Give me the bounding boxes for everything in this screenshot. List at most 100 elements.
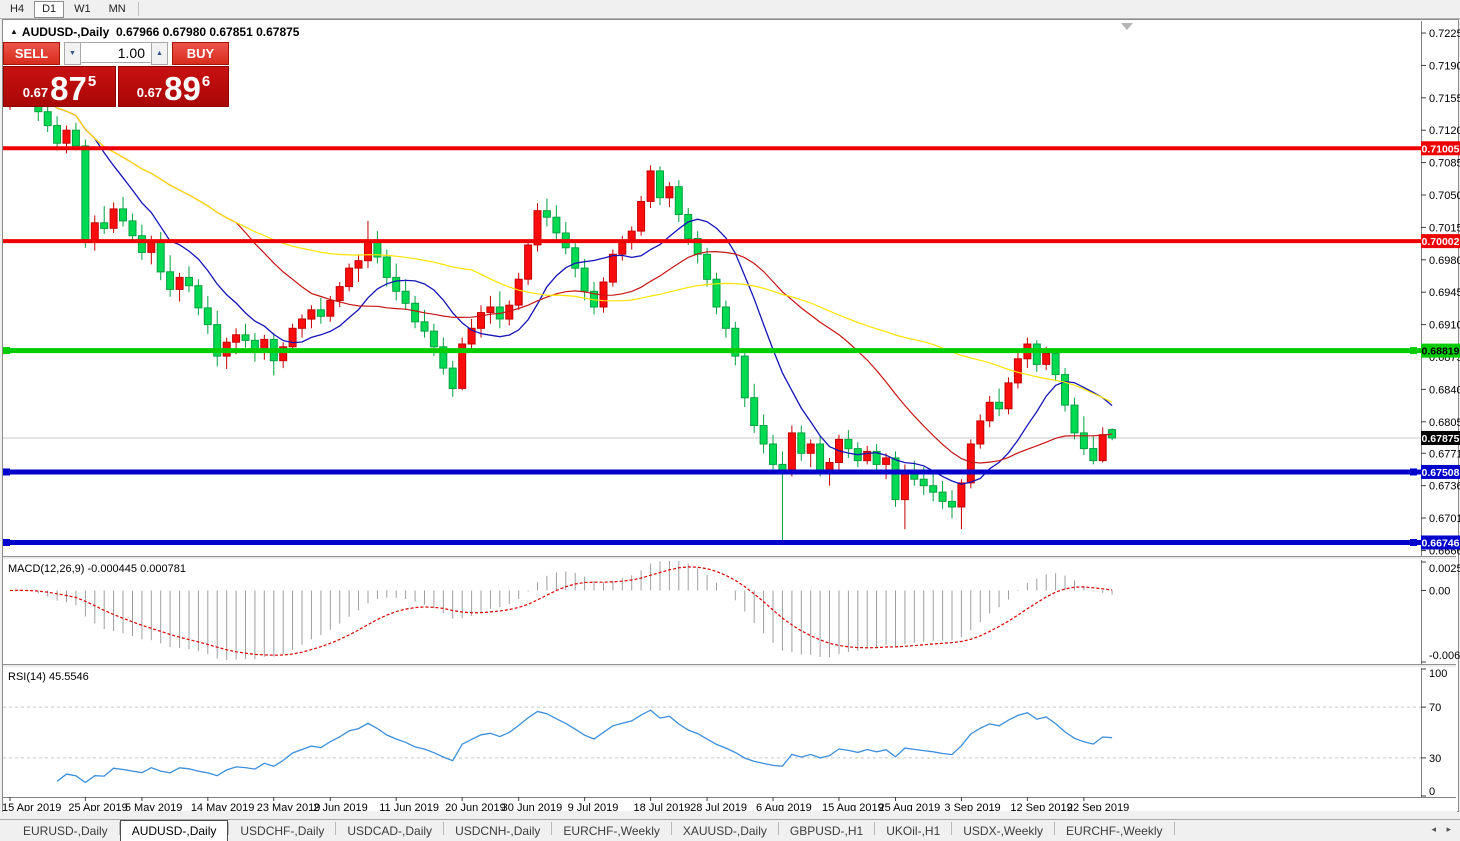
toolbar-separator xyxy=(138,2,139,16)
chart-tab-usdchf-daily[interactable]: USDCHF-,Daily xyxy=(229,822,335,841)
candle-body xyxy=(167,272,174,290)
candle-body xyxy=(317,310,324,317)
candle-body xyxy=(82,146,89,240)
chart-bottom-strip xyxy=(3,811,1457,819)
candle-body xyxy=(327,301,334,317)
price-label-text: 0.71005 xyxy=(1422,143,1460,155)
price-tick-label: 0.71550 xyxy=(1429,93,1460,105)
price-tick-label: 0.71200 xyxy=(1429,125,1460,137)
chart-tab-ukoil-h1[interactable]: UKOil-,H1 xyxy=(875,822,951,841)
rsi-tick-label: 100 xyxy=(1429,668,1447,680)
candle-body xyxy=(393,277,400,291)
buy-price-display[interactable]: 0.67896 xyxy=(118,66,229,107)
tab-scroll-arrows[interactable]: ◂ ▸ xyxy=(1431,824,1455,835)
candle-body xyxy=(967,444,974,483)
candle-body xyxy=(1014,359,1021,383)
price-tick-label: 0.69800 xyxy=(1429,255,1460,267)
candle-body xyxy=(722,307,729,328)
volume-input[interactable]: 1.00 xyxy=(81,42,151,63)
price-tick-label: 0.70850 xyxy=(1429,158,1460,170)
price-tick-label: 0.67010 xyxy=(1429,513,1460,525)
price-tick-label: 0.68050 xyxy=(1429,417,1460,429)
candle-body xyxy=(770,444,777,464)
price-tick-label: 0.68400 xyxy=(1429,384,1460,396)
volume-decrease-icon[interactable]: ▼ xyxy=(64,42,81,65)
candle-body xyxy=(638,202,645,232)
candle-body xyxy=(242,335,249,341)
level-handle[interactable] xyxy=(1410,468,1417,475)
chart-ohlc-values: 0.67966 0.67980 0.67851 0.67875 xyxy=(116,25,300,39)
volume-increase-icon[interactable]: ▲ xyxy=(151,42,168,65)
candle-body xyxy=(91,223,98,240)
chart-tab-eurchf-weekly[interactable]: EURCHF-,Weekly xyxy=(1055,822,1173,841)
candle-body xyxy=(449,368,456,388)
candle-body xyxy=(949,501,956,507)
sell-price-display[interactable]: 0.67875 xyxy=(3,66,116,107)
one-click-trading-panel: SELL ▼ 1.00 ▲ BUY 0.67875 0.67896 xyxy=(3,42,229,107)
chart-tab-eurusd-daily[interactable]: EURUSD-,Daily xyxy=(12,822,119,841)
candle-body xyxy=(525,245,532,279)
collapse-panel-icon[interactable]: ▲ xyxy=(10,27,18,36)
timeframe-button-h4[interactable]: H4 xyxy=(2,1,32,18)
candle-body xyxy=(741,356,748,398)
chart-tab-xauusd-daily[interactable]: XAUUSD-,Daily xyxy=(672,822,778,841)
rsi-label: RSI(14) 45.5546 xyxy=(8,671,89,683)
sell-button[interactable]: SELL xyxy=(3,42,60,65)
candle-body xyxy=(788,433,795,472)
candle-body xyxy=(572,248,579,268)
chart-shift-marker-icon[interactable] xyxy=(1121,23,1133,30)
chart-title: AUDUSD-,Daily xyxy=(22,25,109,39)
level-handle[interactable] xyxy=(3,539,10,546)
candle-body xyxy=(110,209,117,228)
buy-button[interactable]: BUY xyxy=(172,42,229,65)
candle-body xyxy=(657,171,664,198)
candle-body xyxy=(901,472,908,500)
candle-body xyxy=(939,492,946,501)
level-handle[interactable] xyxy=(1410,347,1417,354)
timeframe-button-d1[interactable]: D1 xyxy=(34,1,64,18)
chart-tab-bar: EURUSD-,DailyAUDUSD-,DailyUSDCHF-,DailyU… xyxy=(0,819,1460,841)
price-tick-label: 0.71900 xyxy=(1429,60,1460,72)
candle-body xyxy=(798,433,805,453)
candle-body xyxy=(807,444,814,453)
candle-body xyxy=(487,307,494,313)
candle-body xyxy=(186,277,193,285)
price-label-text: 0.66746 xyxy=(1422,537,1460,549)
ma-line-10 xyxy=(10,84,1112,485)
tab-separator xyxy=(1174,822,1175,835)
timeframe-toolbar: H4D1W1MN xyxy=(0,0,1460,19)
macd-tick-label: 0.00 xyxy=(1429,585,1450,597)
chart-tab-usdcad-daily[interactable]: USDCAD-,Daily xyxy=(336,822,443,841)
candle-body xyxy=(920,479,927,486)
candle-body xyxy=(930,486,937,493)
chart-canvas: 0.722500.719000.715500.712000.708500.705… xyxy=(0,0,1460,841)
candle-body xyxy=(355,261,362,268)
candle-body xyxy=(986,402,993,421)
timeframe-button-mn[interactable]: MN xyxy=(101,1,134,18)
candle-body xyxy=(336,287,343,301)
chart-tab-audusd-daily[interactable]: AUDUSD-,Daily xyxy=(120,820,229,841)
buy-price-big-digits: 89 xyxy=(164,72,201,105)
level-handle[interactable] xyxy=(3,468,10,475)
candle-body xyxy=(751,398,758,426)
price-tick-label: 0.67710 xyxy=(1429,448,1460,460)
candle-body xyxy=(44,112,51,126)
candle-body xyxy=(402,291,409,303)
rsi-tick-label: 70 xyxy=(1429,702,1441,714)
timeframe-button-w1[interactable]: W1 xyxy=(66,1,99,18)
candle-body xyxy=(204,308,211,325)
candle-body xyxy=(72,130,79,146)
candle-body xyxy=(845,439,852,448)
macd-tick-label: 0.002574 xyxy=(1429,563,1460,575)
level-handle[interactable] xyxy=(1410,539,1417,546)
price-tick-label: 0.69100 xyxy=(1429,320,1460,332)
chart-tab-gbpusd-h1[interactable]: GBPUSD-,H1 xyxy=(779,822,874,841)
chart-tab-eurchf-weekly[interactable]: EURCHF-,Weekly xyxy=(552,822,670,841)
candle-body xyxy=(63,130,70,143)
candle-body xyxy=(383,257,390,277)
chart-tab-usdx-weekly[interactable]: USDX-,Weekly xyxy=(952,822,1054,841)
candle-body xyxy=(299,319,306,328)
level-handle[interactable] xyxy=(3,347,10,354)
chart-tab-usdcnh-daily[interactable]: USDCNH-,Daily xyxy=(444,822,551,841)
candle-body xyxy=(101,223,108,229)
